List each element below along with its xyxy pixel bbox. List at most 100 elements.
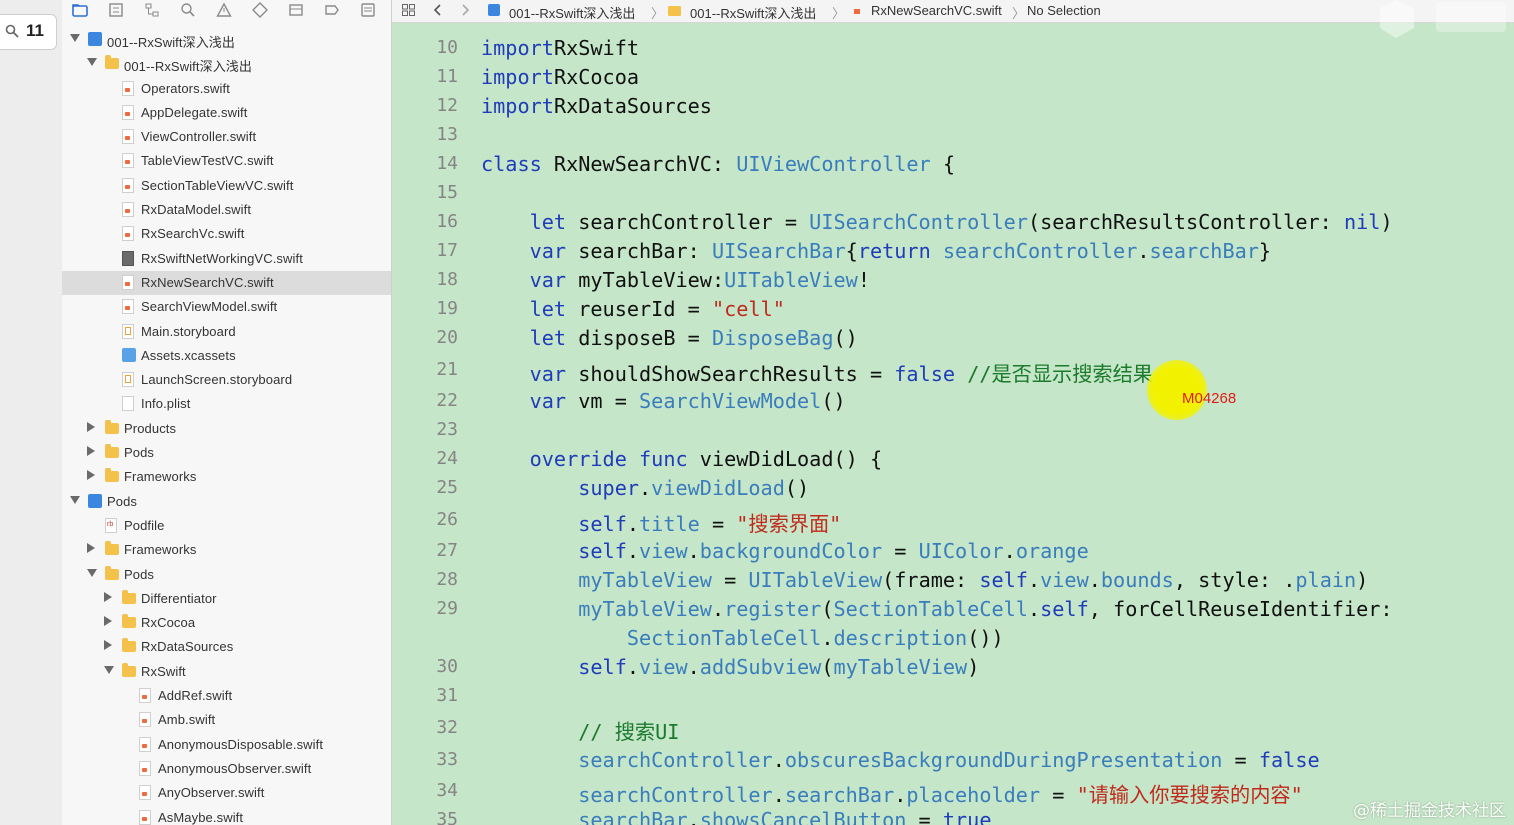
code-token: . — [1137, 239, 1150, 263]
swift-icon — [139, 736, 151, 752]
tree-row[interactable]: Frameworks — [62, 465, 391, 489]
folder-icon[interactable] — [72, 2, 88, 18]
jumpbar-group[interactable]: 001--RxSwift深入浅出 — [690, 3, 816, 22]
jumpbar-project[interactable]: 001--RxSwift深入浅出 — [509, 3, 635, 22]
tree-row-label: LaunchScreen.storyboard — [141, 372, 293, 388]
tree-row[interactable]: Info.plist — [62, 392, 391, 416]
code-token: var — [529, 239, 567, 263]
tree-row-label: RxSwiftNetWorkingVC.swift — [141, 250, 303, 266]
code-text: super.viewDidLoad() — [481, 476, 809, 500]
tree-row[interactable]: RxDataModel.swift — [62, 198, 391, 222]
tree-row[interactable]: RxDataSources — [62, 635, 391, 659]
tree-row[interactable]: AnonymousObserver.swift — [62, 757, 391, 781]
tree-row[interactable]: Assets.xcassets — [62, 344, 391, 368]
jumpbar-selection[interactable]: No Selection — [1027, 3, 1101, 18]
tree-row[interactable]: RxSwiftNetWorkingVC.swift — [62, 247, 391, 271]
code-token: shouldShowSearchResults = — [566, 362, 895, 386]
tree-row[interactable]: Products — [62, 417, 391, 441]
tree-row[interactable]: 001--RxSwift深入浅出 — [62, 28, 391, 52]
disclosure-closed-icon[interactable] — [104, 591, 112, 602]
code-token: backgroundColor — [699, 539, 883, 563]
tree-row[interactable]: RxNewSearchVC.swift — [62, 270, 391, 296]
code-token: (frame: — [882, 568, 980, 592]
find-icon[interactable] — [180, 2, 196, 18]
tree-row[interactable]: Frameworks — [62, 538, 391, 562]
tree-row[interactable]: Pods — [62, 563, 391, 587]
tree-row[interactable]: Operators.swift — [62, 77, 391, 101]
tree-row[interactable]: Pods — [62, 441, 391, 465]
test-icon[interactable] — [252, 2, 268, 18]
tree-row[interactable]: RxSwift — [62, 660, 391, 684]
tree-row[interactable]: SectionTableViewVC.swift — [62, 174, 391, 198]
disclosure-closed-icon[interactable] — [87, 470, 95, 481]
disclosure-open-icon[interactable] — [70, 495, 80, 504]
folder-icon — [105, 419, 119, 434]
tree-row[interactable]: AnonymousDisposable.swift — [62, 733, 391, 757]
line-number: 10 — [436, 37, 458, 58]
debug-icon[interactable] — [288, 2, 304, 18]
tree-row-label: TableViewTestVC.swift — [141, 153, 274, 169]
back-icon[interactable] — [432, 4, 445, 16]
tree-row[interactable]: Podfile — [62, 514, 391, 538]
breakpoint-icon[interactable] — [324, 2, 340, 18]
tree-row[interactable]: Differentiator — [62, 587, 391, 611]
disclosure-open-icon[interactable] — [104, 665, 114, 674]
tree-row[interactable]: ViewController.swift — [62, 125, 391, 149]
tree-row[interactable]: TableViewTestVC.swift — [62, 149, 391, 173]
disclosure-closed-icon[interactable] — [104, 616, 112, 627]
code-token: . — [711, 597, 725, 621]
code-text: override func viewDidLoad() { — [481, 447, 882, 471]
swift-icon — [139, 760, 151, 776]
disclosure-closed-icon[interactable] — [104, 640, 112, 651]
forward-icon[interactable] — [458, 4, 471, 16]
pod-icon — [105, 517, 117, 533]
code-token: ) — [967, 655, 980, 679]
code-token: searchController = — [566, 210, 810, 234]
line-number: 35 — [436, 809, 458, 825]
disclosure-open-icon[interactable] — [87, 58, 97, 67]
code-token: ) — [1356, 568, 1369, 592]
hierarchy-icon[interactable] — [144, 2, 160, 18]
warning-icon[interactable] — [216, 2, 232, 18]
story-icon — [122, 323, 134, 339]
disclosure-closed-icon[interactable] — [87, 421, 95, 432]
tree-row[interactable]: AsMaybe.swift — [62, 806, 391, 825]
jumpbar-file[interactable]: RxNewSearchVC.swift — [871, 3, 1002, 18]
code-token: . — [772, 748, 785, 772]
grid-icon[interactable] — [402, 4, 415, 16]
tree-row[interactable]: AnyObserver.swift — [62, 781, 391, 805]
code-token: myTableView: — [566, 268, 725, 292]
swift-icon — [139, 688, 151, 704]
report-icon[interactable] — [360, 2, 376, 18]
tree-row[interactable]: RxCocoa — [62, 611, 391, 635]
disclosure-closed-icon[interactable] — [87, 446, 95, 457]
disclosure-closed-icon[interactable] — [87, 543, 95, 554]
code-token: = — [711, 568, 749, 592]
source-control-icon[interactable] — [108, 2, 124, 18]
line-number: 34 — [436, 780, 458, 801]
tree-row[interactable]: 001--RxSwift深入浅出 — [62, 52, 391, 76]
tree-row[interactable]: AppDelegate.swift — [62, 101, 391, 125]
project-navigator: 001--RxSwift深入浅出 001--RxSwift深入浅出 Operator… — [62, 0, 392, 825]
cursor-overlay-text: M04268 — [1182, 390, 1237, 407]
disclosure-open-icon[interactable] — [87, 568, 97, 577]
tree-row[interactable]: Pods — [62, 490, 391, 514]
tree-row-label: RxNewSearchVC.swift — [141, 274, 274, 290]
tree-row[interactable]: AddRef.swift — [62, 684, 391, 708]
tree-row[interactable]: SearchViewModel.swift — [62, 295, 391, 319]
tree-row[interactable]: Amb.swift — [62, 708, 391, 732]
tree-row-label: RxDataSources — [141, 639, 234, 655]
tree-row[interactable]: LaunchScreen.storyboard — [62, 368, 391, 392]
code-token: ! — [857, 268, 870, 292]
tree-row[interactable]: Main.storyboard — [62, 320, 391, 344]
code-text: self.title = "搜索界面" — [481, 508, 841, 537]
tree-row[interactable]: RxSearchVc.swift — [62, 222, 391, 246]
disclosure-open-icon[interactable] — [70, 34, 80, 42]
code-token: searchBar — [1149, 239, 1259, 263]
code-token: UISearchController — [809, 210, 1028, 234]
filter-field[interactable]: 11 — [0, 14, 57, 50]
